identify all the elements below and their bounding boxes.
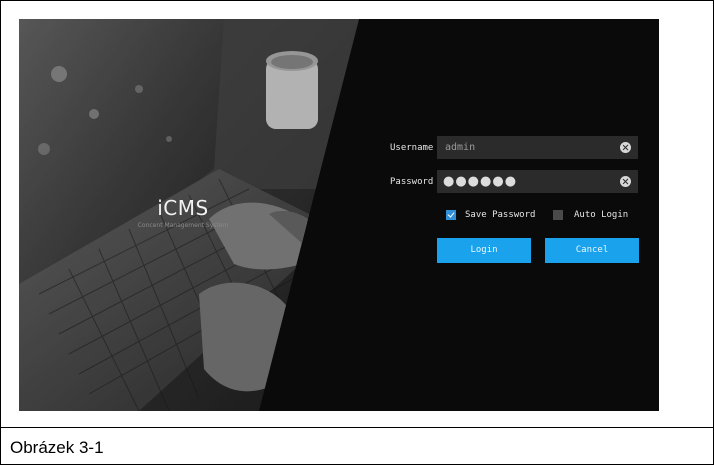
app-tagline: Concent Management System [137, 222, 229, 229]
figure-frame: iCMS Concent Management System Username … [0, 0, 714, 465]
save-password-checkbox[interactable] [446, 210, 456, 220]
cancel-button[interactable]: Cancel [545, 238, 639, 263]
login-button[interactable]: Login [437, 238, 531, 263]
app-logo: iCMS [157, 196, 209, 220]
brand-block: iCMS Concent Management System [113, 196, 253, 229]
auto-login-label: Auto Login [574, 210, 629, 220]
login-screen: iCMS Concent Management System Username … [19, 19, 659, 411]
auto-login-checkbox[interactable] [553, 210, 563, 220]
clear-password-icon[interactable] [620, 176, 631, 187]
username-value: admin [445, 142, 476, 153]
username-field[interactable]: admin [437, 136, 638, 159]
save-password-label: Save Password [465, 210, 536, 220]
password-value: ●●●●●● [443, 174, 518, 189]
username-label: Username [390, 143, 434, 153]
clear-username-icon[interactable] [620, 142, 631, 153]
password-label: Password [390, 177, 434, 187]
figure-caption: Obrázek 3-1 [10, 438, 104, 457]
password-field[interactable]: ●●●●●● [437, 170, 638, 193]
caption-divider [1, 427, 713, 428]
